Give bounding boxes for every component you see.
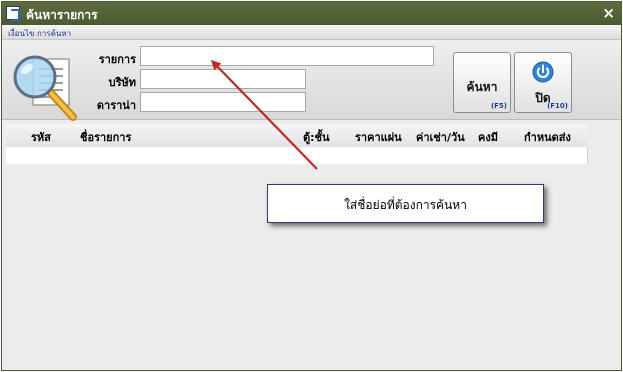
hint-callout-text: ใส่ชื่อย่อที่ต้องการค้นหา <box>344 198 467 212</box>
search-window: ค้นหารายการ × เงื่อนไข การค้นหา รายการ บ… <box>1 1 622 371</box>
hint-callout: ใส่ชื่อย่อที่ต้องการค้นหา <box>267 184 544 223</box>
